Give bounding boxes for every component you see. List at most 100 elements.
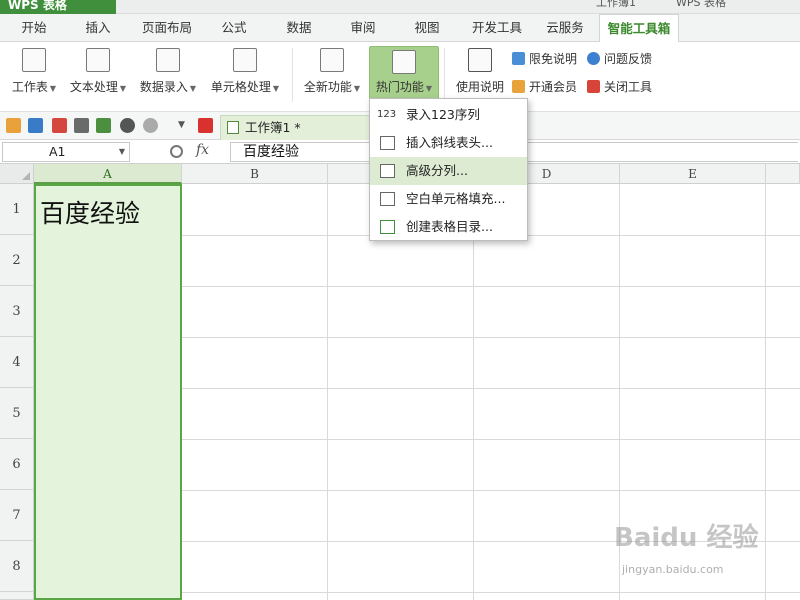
close-tool-link[interactable]: 关闭工具 [587,78,652,96]
split-column-icon [380,164,395,178]
hot-features-label: 热门功能 [375,80,424,94]
open-folder-icon[interactable] [6,118,21,133]
customize-toolbar-icon[interactable]: ▼ [174,118,189,133]
watermark-main: Baidu 经验 [614,523,759,553]
column-header-a[interactable]: A [34,164,182,184]
tab-smart-toolbox[interactable]: 智能工具箱 [599,14,679,43]
save-icon[interactable] [28,118,43,133]
grid-line [473,184,474,600]
watermark-url: jingyan.baidu.com [622,563,724,576]
chevron-down-icon: ▼ [425,84,433,93]
redo-icon[interactable] [143,118,158,133]
document-tab[interactable]: 工作簿1 * [220,115,376,140]
data-entry-button[interactable]: 数据录入 ▼ [136,44,200,106]
row-header-8[interactable]: 8 [0,541,34,592]
zoom-icon[interactable] [170,145,183,158]
text-process-button[interactable]: 文本处理 ▼ [66,44,130,106]
cell-process-button[interactable]: 单元格处理 ▼ [206,44,284,106]
vip-label: 开通会员 [529,80,578,94]
menu-item-label: 高级分列... [406,163,468,178]
close-icon [587,80,600,93]
ribbon-separator [444,48,445,102]
chevron-down-icon: ▼ [272,84,280,93]
menu-item-fill-blank-cells[interactable]: 空白单元格填充... [370,185,527,213]
document-tab-label: 工作簿1 * [245,120,301,135]
close-tool-label: 关闭工具 [604,80,653,94]
column-header-b[interactable]: B [182,164,328,184]
baidu-watermark: Baidu 经验 jingyan.baidu.com [614,517,794,587]
number-sequence-icon: 123 [377,108,399,122]
tab-review[interactable]: 审阅 [341,14,385,42]
tab-formulas[interactable]: 公式 [212,14,256,42]
menu-item-enter-123-sequence[interactable]: 123 录入123序列 [370,101,527,129]
row-header-5[interactable]: 5 [0,388,34,439]
hot-features-button[interactable]: 热门功能 ▼ [369,46,439,100]
tab-insert[interactable]: 插入 [76,14,120,42]
feedback-link[interactable]: 问题反馈 [587,50,652,68]
new-features-button[interactable]: 全新功能 ▼ [300,44,364,106]
row-header-9[interactable] [0,592,34,600]
menu-tabs: 开始 插入 页面布局 公式 数据 审阅 视图 开发工具 云服务 智能工具箱 [0,14,800,43]
tab-view[interactable]: 视图 [405,14,449,42]
worksheet-icon [22,48,46,72]
usage-info-label: 使用说明 [455,80,504,94]
text-check-icon [86,48,110,72]
tab-data[interactable]: 数据 [277,14,321,42]
worksheet-label: 工作表 [11,80,48,94]
new-features-label: 全新功能 [303,80,352,94]
column-header-next[interactable] [766,164,800,184]
cell-a1[interactable]: 百度经验 [40,194,140,230]
cell-grid-icon [233,48,257,72]
print-icon[interactable] [74,118,89,133]
crown-icon [512,80,525,93]
select-all-corner[interactable] [0,164,34,184]
print-preview-icon[interactable] [96,118,111,133]
menu-item-create-sheet-index[interactable]: 创建表格目录... [370,213,527,241]
vip-link[interactable]: 开通会员 [512,78,577,96]
chevron-down-icon: ▼ [189,84,197,93]
window-title-doc: 工作簿1 [596,0,636,9]
grid-line [327,184,328,600]
hot-features-menu: 123 录入123序列 插入斜线表头... 高级分列... 空白单元格填充...… [369,98,528,241]
row-header-4[interactable]: 4 [0,337,34,388]
disclaimer-label: 限免说明 [529,52,578,66]
chevron-down-icon: ▼ [353,84,361,93]
chevron-down-icon: ▼ [119,84,127,93]
tab-developer[interactable]: 开发工具 [466,14,528,42]
usage-info-button[interactable]: 使用说明 [452,44,508,106]
menu-item-label: 空白单元格填充... [406,191,506,206]
worksheet-button[interactable]: 工作表 ▼ [6,44,62,106]
menu-item-advanced-split-column[interactable]: 高级分列... [370,157,527,185]
feedback-label: 问题反馈 [604,52,653,66]
tab-home[interactable]: 开始 [12,14,56,42]
ribbon-separator [292,48,293,102]
row-header-3[interactable]: 3 [0,286,34,337]
sparkle-grid-icon [320,48,344,72]
tab-cloud[interactable]: 云服务 [538,14,592,42]
title-bar: WPS 表格 工作簿1 WPS 表格 [0,0,800,14]
chevron-down-icon: ▼ [49,84,57,93]
disclaimer-link[interactable]: 限免说明 [512,50,577,68]
name-box-value: A1 [49,144,66,159]
tab-page-layout[interactable]: 页面布局 [136,14,198,42]
column-header-e[interactable]: E [620,164,766,184]
name-box[interactable]: A1 ▼ [2,142,130,162]
row-header-7[interactable]: 7 [0,490,34,541]
export-pdf-icon[interactable] [52,118,67,133]
chevron-down-icon[interactable]: ▼ [119,143,125,161]
row-header-1[interactable]: 1 [0,184,34,235]
app-menu-button[interactable]: WPS 表格 [0,0,116,14]
insert-function-icon[interactable]: fx [196,142,209,158]
wps-logo-icon[interactable] [198,118,213,133]
selected-column-a[interactable] [34,184,182,600]
undo-icon[interactable] [120,118,135,133]
window-title: 工作簿1 WPS 表格 [596,0,766,10]
table-grid-icon [380,192,395,206]
menu-item-label: 插入斜线表头... [406,135,493,150]
info-document-icon [468,48,492,72]
menu-item-label: 创建表格目录... [406,219,493,234]
menu-item-insert-diagonal-header[interactable]: 插入斜线表头... [370,129,527,157]
data-entry-label: 数据录入 [139,80,188,94]
row-header-2[interactable]: 2 [0,235,34,286]
row-header-6[interactable]: 6 [0,439,34,490]
